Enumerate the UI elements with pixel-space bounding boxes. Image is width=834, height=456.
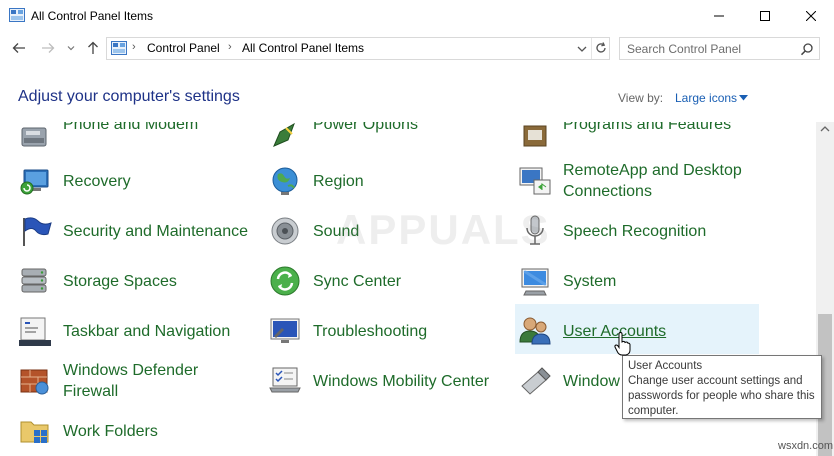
item-label: Phone and Modem bbox=[63, 122, 199, 133]
item-region[interactable]: Region bbox=[268, 158, 498, 204]
hand-cursor-icon bbox=[614, 332, 631, 356]
item-label: Windows Mobility Center bbox=[313, 373, 490, 390]
item-label: Windows Defender bbox=[63, 362, 199, 379]
breadcrumb-all-items[interactable]: All Control Panel Items bbox=[242, 41, 364, 55]
item-label: Power Options bbox=[313, 122, 418, 133]
programs-features-icon bbox=[523, 125, 547, 147]
usb-drive-icon bbox=[521, 367, 551, 395]
watermark-logo: APPUALS bbox=[336, 206, 551, 253]
search-input[interactable] bbox=[620, 38, 796, 59]
item-label-line2: Firewall bbox=[63, 383, 119, 400]
item-power-options[interactable]: Power Options bbox=[268, 122, 498, 158]
item-label: Troubleshooting bbox=[313, 323, 428, 340]
view-by-dropdown[interactable]: Large icons bbox=[675, 91, 737, 105]
mobility-center-icon bbox=[269, 367, 301, 393]
close-button[interactable] bbox=[788, 0, 834, 32]
address-divider bbox=[591, 38, 592, 59]
forward-button[interactable] bbox=[40, 40, 56, 56]
search-box[interactable] bbox=[619, 37, 820, 60]
phone-modem-icon bbox=[21, 127, 47, 147]
sync-center-icon bbox=[270, 266, 300, 296]
remoteapp-icon bbox=[519, 167, 551, 195]
site-watermark: wsxdn.com bbox=[778, 440, 834, 452]
search-icon[interactable] bbox=[800, 42, 814, 56]
maximize-icon bbox=[760, 11, 770, 21]
breadcrumb-control-panel[interactable]: Control Panel bbox=[147, 41, 220, 55]
user-accounts-icon bbox=[519, 317, 551, 345]
region-globe-icon bbox=[272, 167, 298, 195]
item-remoteapp-connections[interactable]: RemoteApp and Desktop Connections bbox=[518, 158, 758, 204]
item-label: System bbox=[563, 273, 617, 290]
chevron-down-icon bbox=[67, 46, 75, 51]
item-programs-and-features[interactable]: Programs and Features bbox=[518, 122, 758, 158]
item-security-and-maintenance[interactable]: Security and Maintenance bbox=[18, 208, 248, 254]
item-label: Taskbar and Navigation bbox=[63, 323, 231, 340]
minimize-icon bbox=[714, 15, 724, 17]
item-label: RemoteApp and Desktop bbox=[563, 162, 742, 179]
recent-locations-button[interactable] bbox=[65, 40, 77, 56]
minimize-button[interactable] bbox=[696, 0, 742, 32]
item-speech-recognition[interactable]: Speech Recognition bbox=[518, 208, 758, 254]
item-windows-mobility-center[interactable]: Windows Mobility Center bbox=[268, 358, 498, 404]
window-title: All Control Panel Items bbox=[31, 9, 154, 23]
arrow-up-icon bbox=[88, 41, 98, 54]
power-options-icon bbox=[273, 122, 295, 147]
title-bar: All Control Panel Items bbox=[0, 0, 834, 32]
arrow-left-icon bbox=[12, 43, 25, 53]
item-phone-and-modem[interactable]: Phone and Modem bbox=[18, 122, 248, 158]
troubleshooting-icon bbox=[270, 318, 300, 343]
item-label: Storage Spaces bbox=[63, 273, 177, 290]
scroll-up-icon[interactable] bbox=[820, 125, 830, 133]
recovery-icon bbox=[20, 169, 49, 195]
breadcrumb-separator-icon[interactable]: › bbox=[132, 41, 136, 53]
breadcrumb-separator-icon[interactable]: › bbox=[228, 41, 232, 53]
maximize-button[interactable] bbox=[742, 0, 788, 32]
item-label-line2: Connections bbox=[563, 183, 652, 200]
system-monitor-icon bbox=[521, 268, 549, 296]
speaker-icon bbox=[271, 217, 299, 245]
item-label: Recovery bbox=[63, 173, 131, 190]
tooltip: User Accounts Change user account settin… bbox=[622, 355, 822, 419]
item-windows-defender-firewall[interactable]: Windows Defender Firewall bbox=[18, 358, 248, 404]
item-recovery[interactable]: Recovery bbox=[18, 158, 248, 204]
control-panel-icon bbox=[111, 41, 127, 55]
address-bar[interactable]: › Control Panel › All Control Panel Item… bbox=[106, 37, 610, 60]
control-panel-icon bbox=[9, 8, 25, 22]
view-by-label: View by: bbox=[618, 91, 664, 105]
address-dropdown-icon[interactable] bbox=[575, 42, 589, 56]
caret-down-icon[interactable] bbox=[739, 95, 748, 101]
page-title: Adjust your computer's settings bbox=[18, 88, 240, 105]
item-storage-spaces[interactable]: Storage Spaces bbox=[18, 258, 248, 304]
work-folders-icon bbox=[20, 421, 49, 443]
arrow-right-icon bbox=[42, 43, 55, 53]
tooltip-title: User Accounts bbox=[628, 360, 703, 372]
item-label: Window bbox=[563, 373, 620, 390]
close-icon bbox=[806, 11, 816, 21]
item-sync-center[interactable]: Sync Center bbox=[268, 258, 498, 304]
firewall-icon bbox=[20, 369, 49, 395]
item-label: Sync Center bbox=[313, 273, 402, 290]
back-button[interactable] bbox=[11, 40, 27, 56]
item-label: Work Folders bbox=[63, 423, 158, 440]
item-windows-to-go[interactable]: Window bbox=[518, 358, 628, 404]
item-label: Security and Maintenance bbox=[63, 223, 248, 240]
tooltip-body: Change user account settings and passwor… bbox=[628, 375, 815, 417]
item-taskbar-and-navigation[interactable]: Taskbar and Navigation bbox=[18, 308, 248, 354]
item-system[interactable]: System bbox=[518, 258, 758, 304]
item-label: Region bbox=[313, 173, 364, 190]
item-label: Programs and Features bbox=[563, 122, 732, 133]
item-troubleshooting[interactable]: Troubleshooting bbox=[268, 308, 498, 354]
security-flag-icon bbox=[23, 217, 52, 246]
up-button[interactable] bbox=[85, 40, 101, 56]
item-work-folders[interactable]: Work Folders bbox=[18, 408, 248, 454]
item-label: Speech Recognition bbox=[563, 223, 707, 240]
storage-spaces-icon bbox=[21, 268, 47, 293]
item-user-accounts[interactable]: User Accounts bbox=[515, 304, 759, 354]
refresh-icon[interactable] bbox=[594, 41, 608, 55]
taskbar-icon bbox=[19, 317, 51, 346]
